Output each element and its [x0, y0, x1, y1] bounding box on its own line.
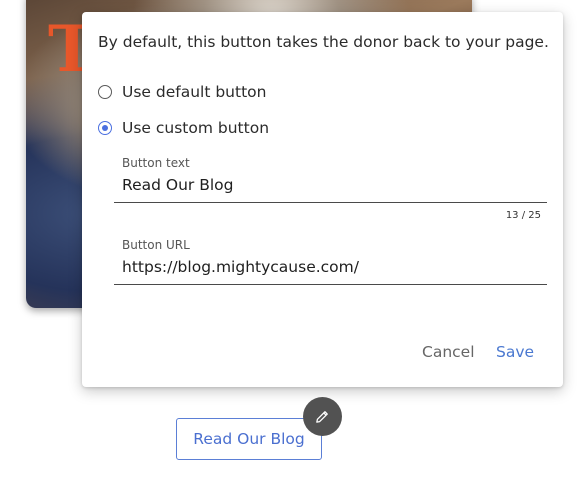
radio-default-button[interactable]	[98, 85, 112, 99]
option-default-label: Use default button	[122, 83, 267, 101]
save-button[interactable]: Save	[496, 343, 534, 361]
button-url-field: Button URL	[114, 238, 547, 285]
button-text-label: Button text	[122, 156, 190, 170]
option-custom-button[interactable]: Use custom button	[98, 119, 269, 137]
button-text-input[interactable]	[114, 170, 547, 203]
custom-button-dialog: By default, this button takes the donor …	[82, 12, 563, 387]
option-default-button[interactable]: Use default button	[98, 83, 266, 101]
option-custom-label: Use custom button	[122, 119, 270, 137]
button-url-label: Button URL	[122, 238, 190, 252]
preview-custom-button[interactable]: Read Our Blog	[176, 418, 322, 460]
button-url-input[interactable]	[114, 252, 547, 285]
char-counter: 13 / 25	[505, 210, 541, 221]
edit-button[interactable]	[303, 397, 342, 436]
radio-custom-button[interactable]	[98, 121, 112, 135]
cancel-button[interactable]: Cancel	[422, 343, 475, 361]
pencil-icon	[316, 411, 328, 423]
page: T By default, this button takes the dono…	[0, 0, 578, 481]
button-text-field: Button text	[114, 156, 547, 203]
dialog-description: By default, this button takes the donor …	[98, 33, 549, 51]
